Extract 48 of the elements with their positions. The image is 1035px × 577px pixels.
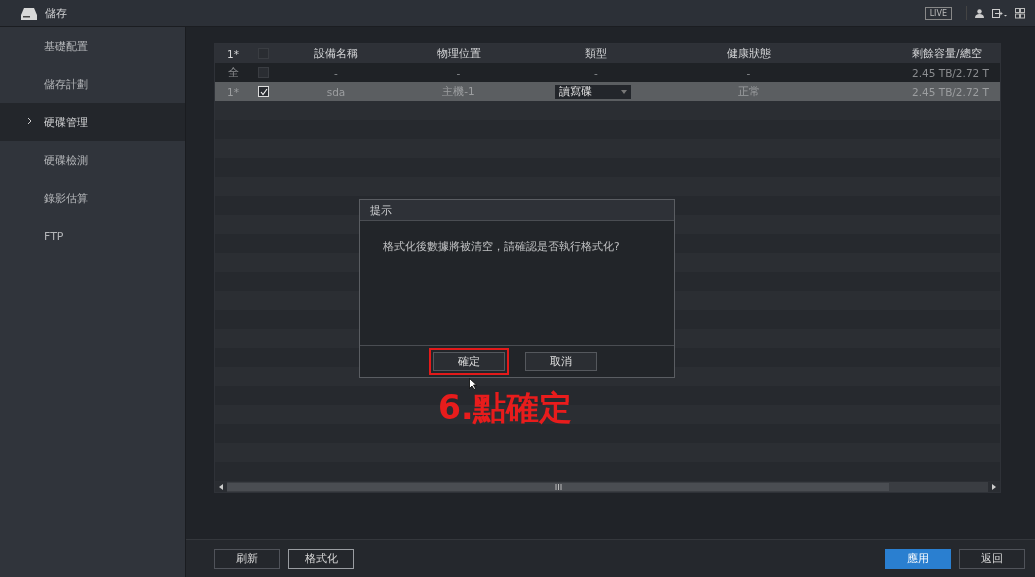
footer-button[interactable]: 格式化 [288, 548, 354, 569]
live-button[interactable]: LIVE [924, 6, 952, 20]
user-icon[interactable] [975, 8, 984, 18]
checkbox[interactable] [258, 67, 269, 78]
table-row[interactable]: 全 - - - - 2.45 TB/2.72 T [215, 63, 1000, 82]
scroll-left-icon[interactable] [219, 484, 223, 490]
sidebar-item[interactable]: 硬碟檢測 [0, 141, 185, 179]
scroll-right-icon[interactable] [992, 484, 996, 490]
table-cell-text: sda [325, 85, 347, 98]
footer-button[interactable]: 應用 [885, 548, 951, 569]
footer-button[interactable]: 刷新 [214, 548, 280, 569]
column-header: 物理位置 [435, 46, 482, 61]
chevron-icon [27, 117, 32, 125]
sidebar-item[interactable]: 錄影估算 [0, 179, 185, 217]
table-cell-text: 2.45 TB/2.72 T [911, 66, 990, 79]
dialog-title: 提示 [360, 200, 674, 221]
storage-icon [21, 6, 37, 20]
dialog-button[interactable]: 取消 [524, 352, 597, 371]
dialog-message: 格式化後數據將被清空，請確認是否執行格式化? [382, 239, 621, 254]
sidebar-item[interactable]: 儲存計劃 [0, 65, 185, 103]
grip-icon [554, 484, 562, 490]
mouse-cursor-icon [469, 378, 477, 390]
table-cell-text: 2.45 TB/2.72 T [911, 85, 990, 98]
check-icon [259, 87, 268, 96]
table-cell-text: - [593, 66, 599, 79]
annotation-text: 6.點確定 [438, 391, 573, 425]
table-cell-text: 1* [226, 85, 240, 98]
table-cell-text: - [455, 66, 462, 79]
horizontal-scrollbar[interactable] [215, 482, 1000, 492]
footer-button[interactable]: 返回 [959, 548, 1025, 569]
page-title: 儲存 [45, 5, 67, 21]
column-header: 剩餘容量/總空 [911, 46, 983, 61]
dialog-button[interactable]: 確定 [432, 352, 505, 371]
table-cell-text: 全 [226, 65, 240, 80]
table-cell-text: - [745, 66, 752, 79]
column-header: 類型 [584, 46, 608, 61]
sidebar-item[interactable]: 基礎配置 [0, 27, 185, 65]
caret-icon [621, 89, 627, 94]
table-cell-text: 主機-1 [441, 84, 476, 99]
logout-icon[interactable] [992, 8, 1007, 18]
sidebar-item[interactable]: 硬碟管理 [0, 103, 185, 141]
column-header: 設備名稱 [313, 46, 359, 61]
column-header: 1* [226, 47, 240, 60]
grid-icon[interactable] [1015, 7, 1025, 19]
type-dropdown[interactable]: 讀寫碟 [555, 84, 631, 99]
table-cell-text: - [333, 66, 339, 79]
sidebar-item[interactable]: FTP [0, 217, 185, 255]
column-header: 健康狀態 [725, 46, 772, 61]
